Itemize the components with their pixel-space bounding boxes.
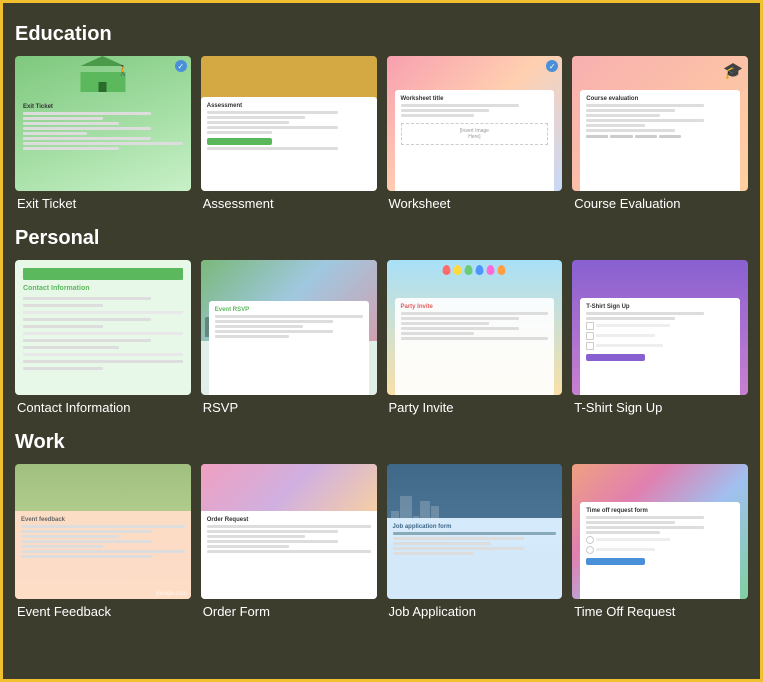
balloons-decoration xyxy=(443,265,506,275)
card-job-application[interactable]: Job application form Job Application xyxy=(387,464,563,619)
section-personal: Personal Contact Information xyxy=(15,227,748,415)
building-icon: 🚶 xyxy=(80,64,125,92)
card-party-invite[interactable]: Party Invite Party Invite xyxy=(387,260,563,415)
section-education: Education 🚶 Exit Ticket xyxy=(15,23,748,211)
card-label-assessment: Assessment xyxy=(201,196,377,211)
thumb-party: Party Invite xyxy=(387,260,563,395)
work-cards-row: Event feedback jollege.com Event Feedbac… xyxy=(15,464,748,619)
card-label-exit-ticket: Exit Ticket xyxy=(15,196,191,211)
thumb-exit-ticket: 🚶 Exit Ticket ✓ xyxy=(15,56,191,191)
personal-cards-row: Contact Information Contact Information xyxy=(15,260,748,415)
card-label-rsvp: RSVP xyxy=(201,400,377,415)
thumb-feedback: Event feedback jollege.com xyxy=(15,464,191,599)
thumb-order: Order Request xyxy=(201,464,377,599)
card-time-off-request[interactable]: Time off request form xyxy=(572,464,748,619)
card-label-course-evaluation: Course Evaluation xyxy=(572,196,748,211)
card-assessment[interactable]: Assessment Assessment xyxy=(201,56,377,211)
card-tshirt-signup[interactable]: T-Shirt Sign Up xyxy=(572,260,748,415)
thumb-timeoff: Time off request form xyxy=(572,464,748,599)
card-label-order-form: Order Form xyxy=(201,604,377,619)
card-label-worksheet: Worksheet xyxy=(387,196,563,211)
thumb-worksheet: Worksheet title [Insert ImageHere] ✓ xyxy=(387,56,563,191)
thumb-contact: Contact Information xyxy=(15,260,191,395)
card-exit-ticket[interactable]: 🚶 Exit Ticket ✓ Exit Ti xyxy=(15,56,191,211)
thumb-rsvp: Event RSVP xyxy=(201,260,377,395)
thumb-tshirt: T-Shirt Sign Up xyxy=(572,260,748,395)
check-icon-worksheet: ✓ xyxy=(546,60,558,72)
card-event-feedback[interactable]: Event feedback jollege.com Event Feedbac… xyxy=(15,464,191,619)
card-contact-information[interactable]: Contact Information Contact Information xyxy=(15,260,191,415)
section-title-personal: Personal xyxy=(15,227,748,250)
card-label-tshirt-signup: T-Shirt Sign Up xyxy=(572,400,748,415)
check-icon: ✓ xyxy=(175,60,187,72)
card-label-contact: Contact Information xyxy=(15,400,191,415)
education-cards-row: 🚶 Exit Ticket ✓ Exit Ti xyxy=(15,56,748,211)
card-order-form[interactable]: Order Request Order Form xyxy=(201,464,377,619)
card-label-event-feedback: Event Feedback xyxy=(15,604,191,619)
card-worksheet[interactable]: Worksheet title [Insert ImageHere] ✓ Wor… xyxy=(387,56,563,211)
card-course-evaluation[interactable]: Course evaluation xyxy=(572,56,748,211)
thumb-course: Course evaluation xyxy=(572,56,748,191)
graduation-cap-icon: 🎓 xyxy=(723,61,743,81)
section-title-education: Education xyxy=(15,23,748,46)
thumb-assessment: Assessment xyxy=(201,56,377,191)
main-container: Education 🚶 Exit Ticket xyxy=(3,3,760,645)
card-label-time-off-request: Time Off Request xyxy=(572,604,748,619)
section-work: Work Event feedback jollege.com xyxy=(15,431,748,619)
card-rsvp[interactable]: Event RSVP RSVP xyxy=(201,260,377,415)
section-title-work: Work xyxy=(15,431,748,454)
thumb-job: Job application form xyxy=(387,464,563,599)
card-label-party-invite: Party Invite xyxy=(387,400,563,415)
watermark-feedback: jollege.com xyxy=(156,591,186,597)
card-label-job-application: Job Application xyxy=(387,604,563,619)
